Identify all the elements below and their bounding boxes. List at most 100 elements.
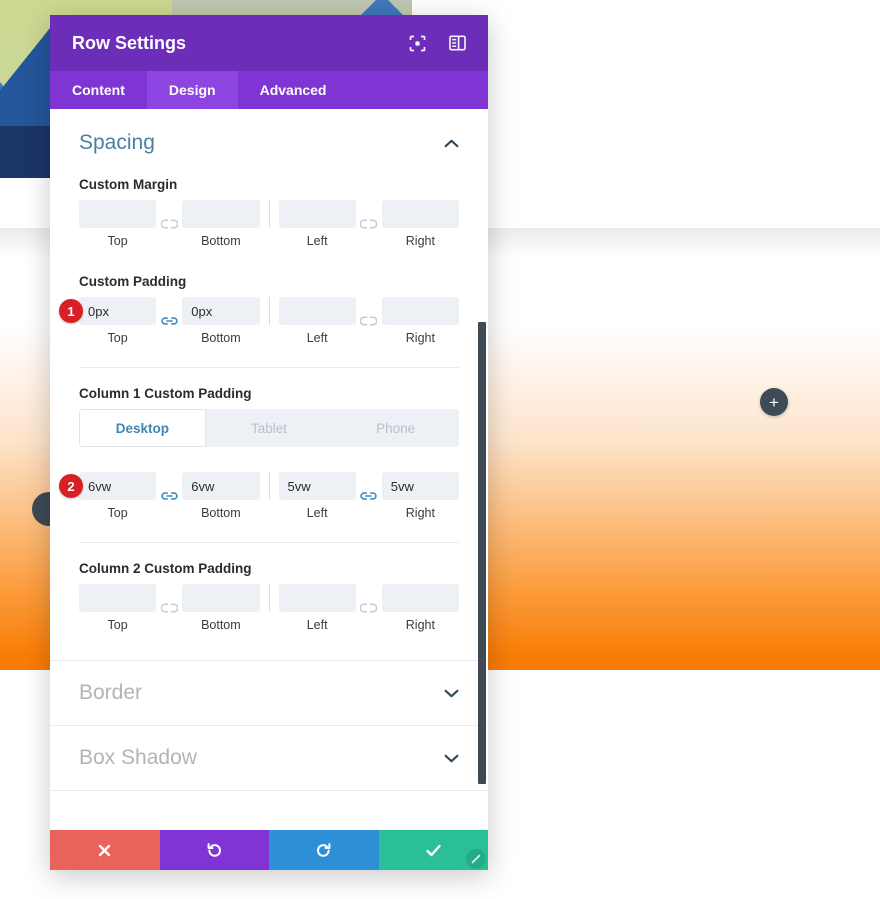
custom-padding-vertical-link-icon[interactable] (156, 307, 182, 335)
column2-top-input[interactable] (79, 584, 157, 612)
custom-margin-vertical-link-icon[interactable] (156, 210, 182, 238)
undo-button[interactable] (159, 830, 269, 870)
column1-vertical-link-icon[interactable] (156, 482, 182, 510)
custom-padding-right-input[interactable] (381, 297, 459, 325)
device-tab-desktop[interactable]: Desktop (79, 409, 206, 447)
custom-margin-left-wrap: Left (278, 200, 356, 248)
section-spacing-title: Spacing (79, 131, 155, 154)
column2-vertical-link-icon[interactable] (156, 594, 182, 622)
custom-padding-top-wrap: Top (79, 297, 157, 345)
resize-handle-icon[interactable] (466, 849, 486, 869)
custom-margin-right-wrap: Right (381, 200, 459, 248)
custom-margin-right-input[interactable] (381, 200, 459, 228)
column1-left-caption: Left (306, 506, 328, 520)
section-border-title: Border (79, 681, 143, 704)
divider-after-custom-padding (79, 367, 459, 368)
column1-right-wrap: Right (381, 472, 459, 520)
column2-bottom-caption: Bottom (201, 618, 241, 632)
column1-top-input[interactable] (79, 472, 157, 500)
custom-margin-left-input[interactable] (278, 200, 356, 228)
column2-top-wrap: Top (79, 584, 157, 632)
custom-padding-top-input[interactable] (79, 297, 157, 325)
cancel-button[interactable] (50, 830, 160, 870)
column2-bottom-wrap: Bottom (182, 584, 260, 632)
tab-design[interactable]: Design (146, 71, 238, 109)
custom-margin-control: Top Bottom Left Right (79, 200, 459, 248)
modal-body: Spacing Custom Margin Top Bottom Left Ri… (50, 109, 488, 830)
section-list-end (50, 790, 488, 830)
modal-tabs: Content Design Advanced (50, 71, 488, 109)
column1-vertical-group: Top Bottom (79, 472, 260, 520)
section-box-shadow-header[interactable]: Box Shadow (50, 725, 488, 790)
column2-vertical-group: Top Bottom (79, 584, 260, 632)
device-tab-phone[interactable]: Phone (332, 409, 459, 447)
custom-margin-left-caption: Left (306, 234, 328, 248)
column2-left-wrap: Left (278, 584, 356, 632)
column1-top-caption: Top (107, 506, 128, 520)
modal-header-actions (408, 34, 466, 52)
custom-padding-left-input[interactable] (278, 297, 356, 325)
column2-top-caption: Top (107, 618, 128, 632)
column2-horizontal-group: Left Right (278, 584, 459, 632)
custom-padding-bottom-input[interactable] (182, 297, 260, 325)
device-tab-tablet[interactable]: Tablet (206, 409, 333, 447)
chevron-up-icon[interactable] (444, 136, 459, 151)
custom-padding-separator (268, 297, 270, 325)
section-box-shadow-title: Box Shadow (79, 746, 197, 769)
column1-bottom-wrap: Bottom (182, 472, 260, 520)
page-title: Row Settings (72, 32, 187, 53)
column1-bottom-caption: Bottom (201, 506, 241, 520)
column1-bottom-input[interactable] (182, 472, 260, 500)
custom-padding-bottom-caption: Bottom (201, 331, 241, 345)
custom-margin-top-wrap: Top (79, 200, 157, 248)
panel-layout-icon[interactable] (448, 34, 466, 52)
spacer-after-column2 (79, 632, 459, 660)
spacing-fields: Custom Margin Top Bottom Left Right Cust… (50, 177, 488, 660)
section-border-header[interactable]: Border (50, 660, 488, 725)
column2-horizontal-link-icon[interactable] (356, 594, 382, 622)
chevron-down-icon-border[interactable] (444, 686, 459, 701)
column1-left-wrap: Left (278, 472, 356, 520)
custom-padding-left-caption: Left (306, 331, 328, 345)
custom-margin-bottom-caption: Bottom (201, 234, 241, 248)
tab-advanced[interactable]: Advanced (238, 71, 349, 109)
custom-margin-label: Custom Margin (79, 177, 178, 192)
settings-scroll-area: Spacing Custom Margin Top Bottom Left Ri… (50, 109, 488, 830)
column2-bottom-input[interactable] (182, 584, 260, 612)
custom-margin-top-input[interactable] (79, 200, 157, 228)
annotation-badge-2: 2 (59, 474, 83, 498)
custom-margin-top-caption: Top (107, 234, 128, 248)
add-module-button[interactable]: + (760, 388, 788, 416)
custom-padding-horizontal-link-icon[interactable] (356, 307, 382, 335)
custom-margin-horizontal-group: Left Right (278, 200, 459, 248)
settings-scrollbar[interactable] (478, 322, 486, 784)
custom-padding-horizontal-group: Left Right (278, 297, 459, 345)
column2-left-input[interactable] (278, 584, 356, 612)
column1-device-toggle: Desktop Tablet Phone (79, 409, 459, 447)
modal-header: Row Settings (50, 15, 488, 71)
chevron-down-icon-box-shadow[interactable] (444, 751, 459, 766)
custom-margin-right-caption: Right (405, 234, 435, 248)
section-spacing-header[interactable]: Spacing (50, 109, 488, 167)
column1-right-caption: Right (405, 506, 435, 520)
custom-margin-separator (268, 200, 270, 228)
column2-separator (268, 584, 270, 612)
column2-right-wrap: Right (381, 584, 459, 632)
annotation-badge-1: 1 (59, 299, 83, 323)
column1-right-input[interactable] (381, 472, 459, 500)
column1-left-input[interactable] (278, 472, 356, 500)
redo-button[interactable] (269, 830, 379, 870)
tab-content[interactable]: Content (50, 71, 147, 109)
divider-after-column1 (79, 542, 459, 543)
column2-right-input[interactable] (381, 584, 459, 612)
column1-separator (268, 472, 270, 500)
focus-target-icon[interactable] (408, 34, 426, 52)
row-settings-modal: Row Settings Content Design Advanced Spa… (50, 15, 488, 870)
column1-horizontal-link-icon[interactable] (356, 482, 382, 510)
custom-margin-bottom-input[interactable] (182, 200, 260, 228)
column1-horizontal-group: Left Right (278, 472, 459, 520)
column1-top-wrap: Top (79, 472, 157, 520)
custom-margin-horizontal-link-icon[interactable] (356, 210, 382, 238)
custom-padding-right-wrap: Right (381, 297, 459, 345)
column2-padding-control: Top Bottom Left Right (79, 584, 459, 632)
